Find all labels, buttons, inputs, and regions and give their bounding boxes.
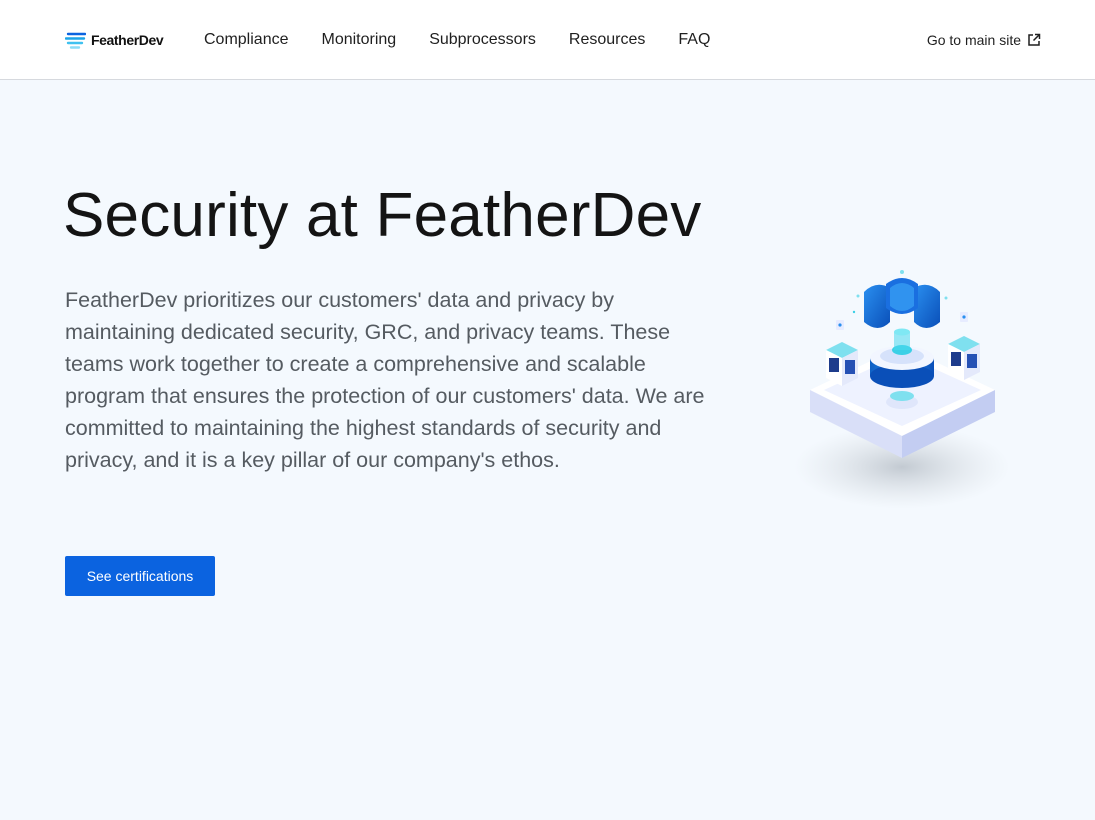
external-link-icon <box>1028 33 1041 46</box>
page-title: Security at FeatherDev <box>63 181 702 250</box>
security-illustration <box>794 270 1010 509</box>
main-nav: Compliance Monitoring Subprocessors Reso… <box>204 30 710 50</box>
hero-description: FeatherDev prioritizes our customers' da… <box>65 288 705 472</box>
go-to-main-site-label: Go to main site <box>926 32 1021 48</box>
nav-link-compliance[interactable]: Compliance <box>204 30 288 50</box>
brand-name: FeatherDev <box>91 32 164 48</box>
top-navigation-bar: FeatherDev Compliance Monitoring Subproc… <box>0 0 1095 80</box>
nav-link-faq[interactable]: FAQ <box>678 30 710 50</box>
nav-link-monitoring[interactable]: Monitoring <box>321 30 396 50</box>
nav-link-resources[interactable]: Resources <box>569 30 645 50</box>
brand-logo[interactable]: FeatherDev <box>65 30 164 50</box>
featherdev-logo-icon <box>65 32 86 49</box>
go-to-main-site-link[interactable]: Go to main site <box>927 30 1041 50</box>
nav-link-subprocessors[interactable]: Subprocessors <box>429 30 536 50</box>
see-certifications-button[interactable]: See certifications <box>65 556 215 596</box>
